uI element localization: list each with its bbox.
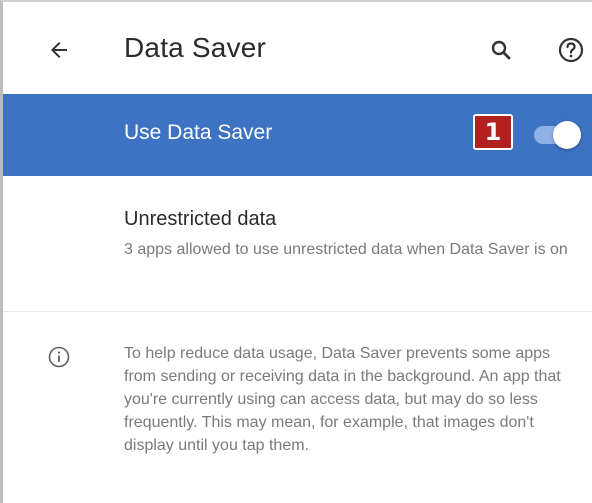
- toolbar: Data Saver: [3, 2, 592, 94]
- page-title: Data Saver: [124, 32, 267, 63]
- toggle-thumb: [553, 121, 581, 149]
- search-button[interactable]: [483, 32, 519, 68]
- use-data-saver-label: Use Data Saver: [124, 121, 273, 144]
- unrestricted-data-item[interactable]: Unrestricted data 3 apps allowed to use …: [3, 176, 592, 312]
- help-icon: [558, 37, 584, 63]
- unrestricted-data-title: Unrestricted data: [124, 208, 277, 230]
- data-saver-toggle[interactable]: [528, 121, 581, 149]
- info-icon: [48, 346, 70, 368]
- info-text: To help reduce data usage, Data Saver pr…: [124, 345, 561, 454]
- help-button[interactable]: [551, 32, 591, 68]
- info-footer: To help reduce data usage, Data Saver pr…: [3, 312, 592, 503]
- use-data-saver-row[interactable]: Use Data Saver 1: [3, 94, 592, 176]
- arrow-back-icon: [51, 42, 67, 58]
- data-saver-screen: Data Saver Use Data Saver 1 Unrestricted…: [0, 0, 592, 503]
- callout-badge: 1: [473, 114, 513, 150]
- search-icon: [491, 40, 511, 60]
- unrestricted-data-summary: 3 apps allowed to use unrestricted data …: [124, 241, 568, 258]
- back-button[interactable]: [39, 32, 79, 68]
